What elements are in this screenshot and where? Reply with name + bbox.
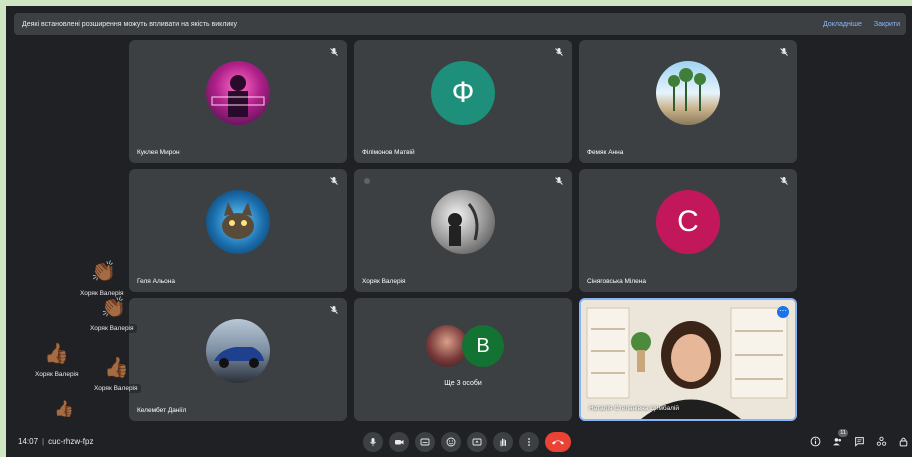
- others-count-label: Ще 3 особи: [444, 380, 482, 387]
- thumbs-up-reaction-icon: 👍🏾: [104, 357, 129, 379]
- mic-off-icon: [555, 48, 563, 56]
- participant-name: Філімонов Матвій: [362, 149, 415, 156]
- participant-tile[interactable]: Фемяк Анна: [579, 40, 797, 163]
- host-controls-button[interactable]: [896, 434, 910, 448]
- participant-name: Наталія Степанівна Цимбалій: [589, 405, 679, 412]
- host-controls-icon: [899, 437, 907, 446]
- more-options-icon[interactable]: ⋯: [777, 306, 789, 318]
- clap-reaction-icon: 👏🏾: [101, 297, 126, 319]
- mic-off-icon: [780, 177, 788, 185]
- participant-name: Келембет Даніїл: [137, 407, 187, 414]
- avatar: [206, 61, 270, 126]
- avatar: [656, 61, 720, 126]
- banner-close-link[interactable]: Закрити: [874, 21, 900, 28]
- video-feed: [581, 300, 795, 419]
- mic-off-icon: [330, 177, 338, 185]
- avatar-initial: Ф: [431, 61, 495, 126]
- participant-tile[interactable]: С Сіняговська Мілена: [579, 169, 797, 292]
- meet-screen: Деякі встановлені розширення можуть впли…: [6, 6, 912, 457]
- captions-icon: [420, 438, 430, 446]
- participant-name: Куклея Мирон: [137, 149, 180, 156]
- people-count-badge: 11: [838, 429, 848, 437]
- activities-icon: [876, 436, 886, 446]
- people-button[interactable]: 11: [830, 429, 848, 448]
- mic-off-icon: [330, 306, 338, 314]
- participant-name: Геля Альона: [137, 278, 175, 285]
- meeting-code: cuc-rhzw-fpz: [48, 437, 94, 446]
- thumbs-up-reaction-icon: 👍🏾: [44, 343, 69, 365]
- extensions-warning-banner: Деякі встановлені розширення можуть впли…: [14, 13, 906, 35]
- activities-button[interactable]: [874, 434, 888, 448]
- microphone-button[interactable]: [363, 432, 383, 452]
- participant-tile[interactable]: Ф Філімонов Матвій: [354, 40, 572, 163]
- clap-reaction-icon: 👏🏾: [91, 261, 116, 283]
- avatar: [206, 319, 270, 384]
- info-icon: [810, 436, 820, 446]
- leave-call-button[interactable]: [545, 432, 571, 452]
- camera-icon: [395, 440, 404, 445]
- mic-off-icon: [780, 48, 788, 56]
- banner-details-link[interactable]: Докладніше: [823, 21, 862, 28]
- participant-name: Фемяк Анна: [587, 149, 624, 156]
- participant-tile[interactable]: Геля Альона: [129, 169, 347, 292]
- chat-icon: [854, 436, 864, 447]
- raise-hand-button[interactable]: [493, 432, 513, 452]
- more-options-button[interactable]: [519, 432, 539, 452]
- present-button[interactable]: [467, 432, 487, 452]
- reaction-name: Хоряк Валерія: [91, 384, 141, 393]
- participant-tile[interactable]: Куклея Мирон: [129, 40, 347, 163]
- avatar: [206, 190, 270, 255]
- emoji-button[interactable]: [441, 432, 461, 452]
- meeting-info: 14:07 | cuc-rhzw-fpz: [18, 437, 94, 446]
- participant-tile[interactable]: Хоряк Валерія: [354, 169, 572, 292]
- avatar-initial: С: [656, 190, 720, 255]
- self-video-tile[interactable]: ⋯ Наталія Степанівна Цимбалій: [579, 298, 797, 421]
- speaking-indicator-icon: [364, 178, 370, 184]
- reaction-name: Хоряк Валерія: [87, 324, 137, 333]
- avatar: [431, 190, 495, 255]
- captions-button[interactable]: [415, 432, 435, 452]
- chat-button[interactable]: [852, 434, 866, 448]
- thumbs-up-reaction-icon: 👍🏾: [54, 401, 74, 418]
- camera-button[interactable]: [389, 432, 409, 452]
- meeting-details-button[interactable]: [808, 434, 822, 448]
- others-tile[interactable]: В Ще 3 особи: [354, 298, 572, 421]
- leave-call-icon: [552, 440, 564, 445]
- microphone-icon: [370, 438, 376, 446]
- participant-tile[interactable]: Келембет Даніїл: [129, 298, 347, 421]
- people-icon: [832, 437, 841, 445]
- participant-name: Хоряк Валерія: [362, 278, 406, 285]
- meeting-controls-bar: 14:07 | cuc-rhzw-fpz 11: [6, 428, 912, 457]
- mic-off-icon: [330, 48, 338, 56]
- clock-time: 14:07: [18, 437, 39, 446]
- mic-off-icon: [555, 177, 563, 185]
- emoji-icon: [446, 437, 456, 447]
- present-screen-icon: [472, 438, 482, 446]
- reaction-name: Хоряк Валерія: [32, 370, 82, 379]
- participant-name: Сіняговська Мілена: [587, 278, 646, 285]
- others-avatar-initial: В: [462, 325, 504, 367]
- more-options-icon: [528, 438, 530, 446]
- raise-hand-icon: [500, 438, 506, 447]
- banner-text: Деякі встановлені розширення можуть впли…: [22, 20, 237, 28]
